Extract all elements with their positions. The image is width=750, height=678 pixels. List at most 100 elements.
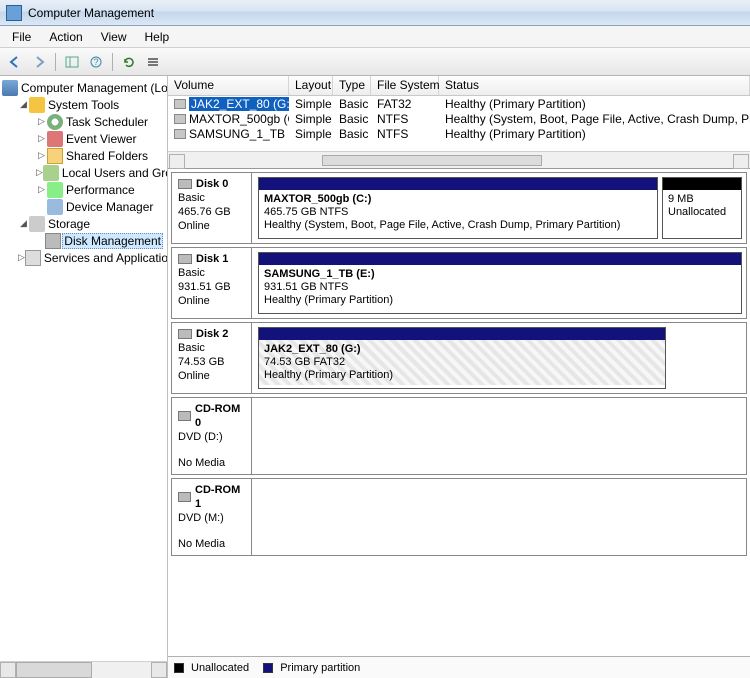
col-filesystem[interactable]: File System (371, 76, 439, 95)
tree-label: Performance (66, 183, 135, 197)
menu-file[interactable]: File (4, 28, 39, 46)
tree-label: Event Viewer (66, 132, 136, 146)
col-volume[interactable]: Volume (168, 76, 289, 95)
disk-row[interactable]: CD-ROM 0 DVD (D:) No Media (171, 397, 747, 475)
disk-name: CD-ROM 1 (195, 483, 245, 511)
expand-icon[interactable]: ▷ (36, 150, 47, 161)
wrench-icon (29, 97, 45, 113)
users-icon (43, 165, 59, 181)
partition[interactable]: SAMSUNG_1_TB (E:) 931.51 GB NTFS Healthy… (258, 252, 742, 314)
toolbar-separator (112, 53, 113, 71)
event-icon (47, 131, 63, 147)
col-layout[interactable]: Layout (289, 76, 333, 95)
services-icon (25, 250, 41, 266)
forward-button[interactable] (28, 51, 50, 73)
cdrom-icon (178, 492, 191, 502)
volume-status: Healthy (System, Boot, Page File, Active… (439, 112, 750, 126)
tree-device-manager[interactable]: Device Manager (0, 198, 167, 215)
back-button[interactable] (4, 51, 26, 73)
performance-icon (47, 182, 63, 198)
window-title: Computer Management (28, 6, 154, 20)
disk-info: CD-ROM 0 DVD (D:) No Media (172, 398, 252, 474)
partition-name: MAXTOR_500gb (C:) (264, 193, 652, 206)
disk-row[interactable]: Disk 1 Basic 931.51 GB Online SAMSUNG_1_… (171, 247, 747, 319)
computer-icon (2, 80, 18, 96)
disk-row[interactable]: CD-ROM 1 DVD (M:) No Media (171, 478, 747, 556)
tree-storage[interactable]: ◢Storage (0, 215, 167, 232)
disk-info: Disk 1 Basic 931.51 GB Online (172, 248, 252, 318)
computer-mgmt-window: Computer Management File Action View Hel… (0, 0, 750, 678)
disk-status: No Media (178, 456, 245, 470)
tree-performance[interactable]: ▷ Performance (0, 181, 167, 198)
clock-icon (47, 114, 63, 130)
view-list-button[interactable] (142, 51, 164, 73)
expand-icon[interactable]: ▷ (18, 252, 25, 263)
show-hide-tree-button[interactable] (61, 51, 83, 73)
refresh-button[interactable] (118, 51, 140, 73)
volume-h-scrollbar[interactable] (168, 151, 750, 168)
volume-row[interactable]: MAXTOR_500gb (C:) Simple Basic NTFS Heal… (168, 111, 750, 126)
disk-partitions: JAK2_EXT_80 (G:) 74.53 GB FAT32 Healthy … (252, 323, 746, 393)
menubar: File Action View Help (0, 26, 750, 48)
partition[interactable]: JAK2_EXT_80 (G:) 74.53 GB FAT32 Healthy … (258, 327, 666, 389)
disk-type: Basic (178, 266, 245, 280)
disk-size: 931.51 GB (178, 280, 245, 294)
disk-row[interactable]: Disk 2 Basic 74.53 GB Online JAK2_EXT_80… (171, 322, 747, 394)
volume-type: Basic (333, 97, 371, 111)
partition-bar (259, 328, 665, 340)
tree-label: Services and Applications (44, 251, 168, 265)
expand-icon[interactable]: ▷ (36, 184, 47, 195)
expand-icon[interactable]: ▷ (36, 133, 47, 144)
tree-event-viewer[interactable]: ▷ Event Viewer (0, 130, 167, 147)
collapse-icon[interactable]: ◢ (18, 99, 29, 110)
volume-layout: Simple (289, 97, 333, 111)
tree-systools[interactable]: ◢ System Tools (0, 96, 167, 113)
legend-bar: Unallocated Primary partition (168, 656, 750, 678)
tree-shared-folders[interactable]: ▷ Shared Folders (0, 147, 167, 164)
partition-unallocated[interactable]: 9 MB Unallocated (662, 177, 742, 239)
tree-task-scheduler[interactable]: ▷ Task Scheduler (0, 113, 167, 130)
disk-name: CD-ROM 0 (195, 402, 245, 430)
partition[interactable]: MAXTOR_500gb (C:) 465.75 GB NTFS Healthy… (258, 177, 658, 239)
tree-disk-management[interactable]: Disk Management (0, 232, 167, 249)
volume-icon (174, 114, 186, 124)
tree-label: Shared Folders (66, 149, 148, 163)
disk-partitions: MAXTOR_500gb (C:) 465.75 GB NTFS Healthy… (252, 173, 746, 243)
tree-label: Task Scheduler (66, 115, 148, 129)
disk-type: Basic (178, 341, 245, 355)
expand-icon[interactable]: ▷ (36, 167, 43, 178)
nav-tree[interactable]: Computer Management (Local ◢ System Tools… (0, 76, 168, 678)
app-icon (6, 5, 22, 21)
disk-icon (178, 254, 192, 264)
legend-swatch-unallocated (174, 663, 184, 673)
partition-size: 74.53 GB FAT32 (264, 356, 660, 369)
help-button[interactable]: ? (85, 51, 107, 73)
tree-label: System Tools (48, 98, 119, 112)
volume-row[interactable]: JAK2_EXT_80 (G:) Simple Basic FAT32 Heal… (168, 96, 750, 111)
volume-layout: Simple (289, 127, 333, 141)
volume-name: JAK2_EXT_80 (G:) (189, 97, 289, 111)
collapse-icon[interactable]: ◢ (18, 218, 29, 229)
partition-size: 9 MB (668, 193, 736, 206)
volume-row[interactable]: SAMSUNG_1_TB (E:) Simple Basic NTFS Heal… (168, 126, 750, 141)
legend-swatch-primary (263, 663, 273, 673)
disk-name: Disk 0 (196, 177, 228, 191)
volume-header[interactable]: Volume Layout Type File System Status (168, 76, 750, 96)
menu-action[interactable]: Action (41, 28, 90, 46)
volume-icon (174, 129, 186, 139)
col-status[interactable]: Status (439, 76, 750, 95)
disk-size: 74.53 GB (178, 355, 245, 369)
expand-icon[interactable]: ▷ (36, 116, 47, 127)
tree-label: Device Manager (66, 200, 153, 214)
menu-help[interactable]: Help (137, 28, 178, 46)
col-type[interactable]: Type (333, 76, 371, 95)
tree-services[interactable]: ▷ Services and Applications (0, 249, 167, 266)
tree-local-users[interactable]: ▷ Local Users and Groups (0, 164, 167, 181)
menu-view[interactable]: View (93, 28, 135, 46)
tree-root[interactable]: Computer Management (Local (0, 79, 167, 96)
volume-name: SAMSUNG_1_TB (E:) (189, 127, 289, 141)
tree-label: Local Users and Groups (62, 166, 168, 180)
tree-h-scrollbar[interactable] (0, 661, 167, 678)
titlebar[interactable]: Computer Management (0, 0, 750, 26)
disk-row[interactable]: Disk 0 Basic 465.76 GB Online MAXTOR_500… (171, 172, 747, 244)
